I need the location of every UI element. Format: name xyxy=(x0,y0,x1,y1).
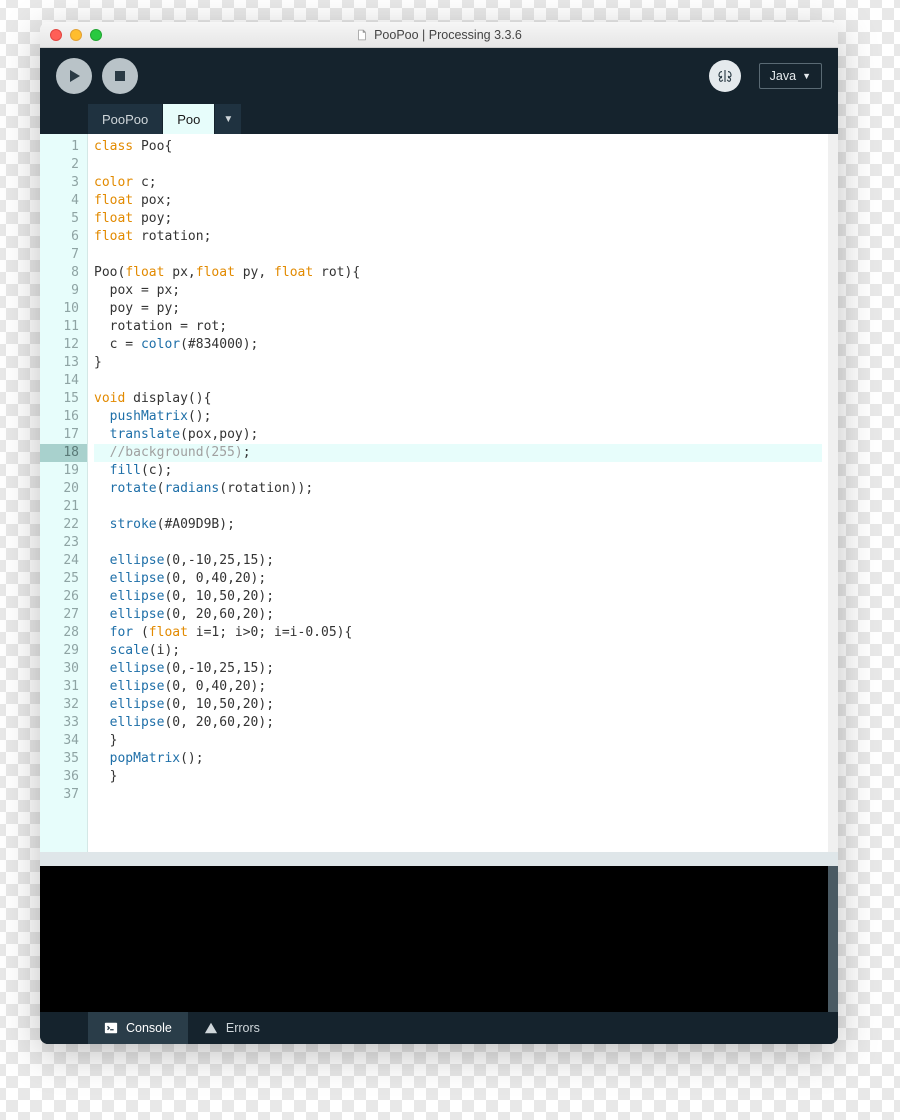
butterfly-icon xyxy=(716,67,734,85)
code-line[interactable] xyxy=(94,534,822,552)
code-line[interactable]: c = color(#834000); xyxy=(94,336,822,354)
toolbar: Java ▼ xyxy=(40,48,838,104)
window-title: PooPoo | Processing 3.3.6 xyxy=(40,28,838,42)
code-line[interactable]: float poy; xyxy=(94,210,822,228)
errors-tab[interactable]: Errors xyxy=(188,1012,276,1044)
tab-poopoo[interactable]: PooPoo xyxy=(88,104,163,134)
debug-button[interactable] xyxy=(709,60,741,92)
code-line[interactable]: } xyxy=(94,768,822,786)
code-line[interactable]: rotation = rot; xyxy=(94,318,822,336)
code-line[interactable]: ellipse(0,-10,25,15); xyxy=(94,660,822,678)
language-select[interactable]: Java ▼ xyxy=(759,63,822,89)
play-icon xyxy=(66,68,82,84)
language-label: Java xyxy=(770,69,796,83)
chevron-down-icon: ▼ xyxy=(802,71,811,81)
code-line[interactable] xyxy=(94,498,822,516)
app-window: PooPoo | Processing 3.3.6 Java ▼ PooPoo xyxy=(40,22,838,1044)
resize-handle[interactable] xyxy=(40,852,838,866)
code-line[interactable] xyxy=(94,246,822,264)
code-line[interactable]: poy = py; xyxy=(94,300,822,318)
console-tab[interactable]: Console xyxy=(88,1012,188,1044)
code-line[interactable]: ellipse(0,-10,25,15); xyxy=(94,552,822,570)
warning-icon xyxy=(204,1021,218,1035)
code-line[interactable]: void display(){ xyxy=(94,390,822,408)
console-output[interactable] xyxy=(40,866,828,1012)
app-content: Java ▼ PooPoo Poo ▼ 12345678910111213141… xyxy=(40,48,838,1044)
code-line[interactable]: translate(pox,poy); xyxy=(94,426,822,444)
code-line[interactable] xyxy=(94,156,822,174)
code-line[interactable] xyxy=(94,786,822,804)
code-area[interactable]: class Poo{ color c;float pox;float poy;fl… xyxy=(88,134,828,852)
line-gutter: 1234567891011121314151617181920212223242… xyxy=(40,134,88,852)
code-line[interactable]: float rotation; xyxy=(94,228,822,246)
code-line[interactable]: ellipse(0, 0,40,20); xyxy=(94,678,822,696)
code-line[interactable]: float pox; xyxy=(94,192,822,210)
code-line[interactable] xyxy=(94,372,822,390)
bottom-bar: Console Errors xyxy=(40,1012,838,1044)
code-line[interactable]: class Poo{ xyxy=(94,138,822,156)
stop-icon xyxy=(112,68,128,84)
console-scrollbar[interactable] xyxy=(828,866,838,1012)
editor-scrollbar[interactable] xyxy=(828,134,838,852)
code-line[interactable]: scale(i); xyxy=(94,642,822,660)
editor: 1234567891011121314151617181920212223242… xyxy=(40,134,838,852)
code-line[interactable]: fill(c); xyxy=(94,462,822,480)
titlebar: PooPoo | Processing 3.3.6 xyxy=(40,22,838,48)
console-icon xyxy=(104,1021,118,1035)
code-line[interactable]: } xyxy=(94,732,822,750)
document-icon xyxy=(356,29,368,41)
code-line[interactable]: //background(255); xyxy=(94,444,822,462)
tab-row: PooPoo Poo ▼ xyxy=(40,104,838,134)
stop-button[interactable] xyxy=(102,58,138,94)
code-line[interactable]: stroke(#A09D9B); xyxy=(94,516,822,534)
code-line[interactable]: } xyxy=(94,354,822,372)
tab-poo[interactable]: Poo xyxy=(163,104,215,134)
code-line[interactable]: ellipse(0, 20,60,20); xyxy=(94,714,822,732)
code-line[interactable]: pox = px; xyxy=(94,282,822,300)
code-line[interactable]: ellipse(0, 20,60,20); xyxy=(94,606,822,624)
code-line[interactable]: popMatrix(); xyxy=(94,750,822,768)
run-button[interactable] xyxy=(56,58,92,94)
code-line[interactable]: color c; xyxy=(94,174,822,192)
code-line[interactable]: Poo(float px,float py, float rot){ xyxy=(94,264,822,282)
code-line[interactable]: ellipse(0, 10,50,20); xyxy=(94,588,822,606)
code-line[interactable]: rotate(radians(rotation)); xyxy=(94,480,822,498)
code-line[interactable]: pushMatrix(); xyxy=(94,408,822,426)
code-line[interactable]: for (float i=1; i>0; i=i-0.05){ xyxy=(94,624,822,642)
tab-dropdown[interactable]: ▼ xyxy=(215,104,242,134)
code-line[interactable]: ellipse(0, 0,40,20); xyxy=(94,570,822,588)
code-line[interactable]: ellipse(0, 10,50,20); xyxy=(94,696,822,714)
